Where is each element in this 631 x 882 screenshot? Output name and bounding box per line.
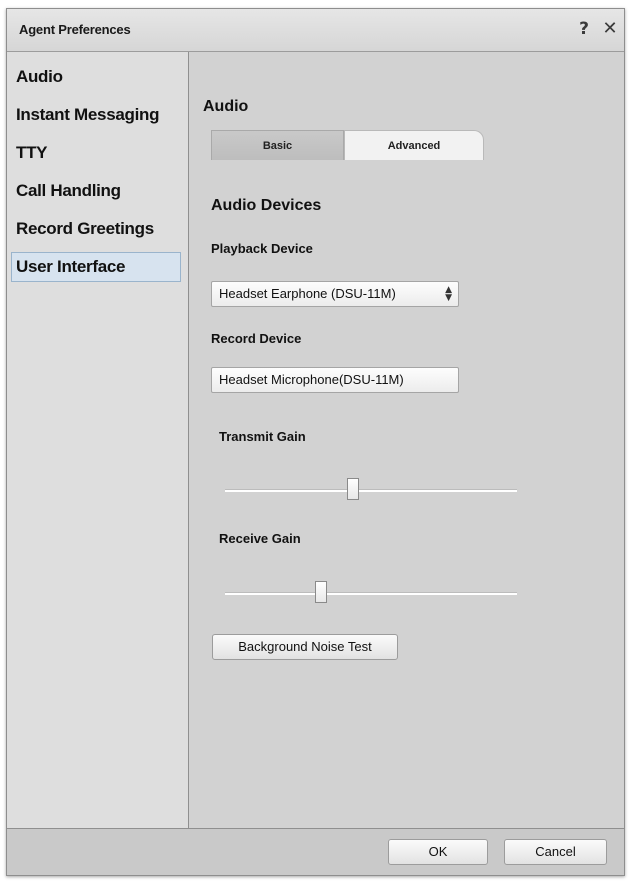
slider-thumb[interactable]	[347, 478, 360, 500]
dialog-footer: OK Cancel	[7, 828, 624, 875]
sidebar-item-user-interface[interactable]: User Interface	[11, 252, 181, 282]
record-device-label: Record Device	[211, 331, 302, 346]
ok-button[interactable]: OK	[388, 839, 488, 865]
sidebar-item-tty[interactable]: TTY	[11, 138, 181, 168]
receive-gain-slider[interactable]	[225, 581, 517, 605]
agent-preferences-dialog: Agent Preferences ? ✕ Audio Instant Mess…	[6, 8, 625, 876]
record-device-select[interactable]: Headset Microphone(DSU-11M)	[211, 367, 459, 393]
sidebar-item-audio[interactable]: Audio	[11, 62, 181, 92]
receive-gain-label: Receive Gain	[219, 531, 301, 546]
cancel-button[interactable]: Cancel	[504, 839, 607, 865]
sidebar-item-instant-messaging[interactable]: Instant Messaging	[11, 100, 181, 130]
background-noise-test-button[interactable]: Background Noise Test	[212, 634, 398, 660]
updown-arrows-icon: ▲ ▼	[445, 285, 452, 303]
slider-track	[225, 592, 517, 595]
help-icon[interactable]: ?	[573, 18, 595, 40]
audio-devices-heading: Audio Devices	[211, 197, 322, 214]
playback-device-value: Headset Earphone (DSU-11M)	[219, 286, 396, 301]
sidebar-item-record-greetings[interactable]: Record Greetings	[11, 214, 181, 244]
audio-settings-panel: Audio Basic Advanced Audio Devices Playb…	[189, 52, 624, 828]
slider-thumb[interactable]	[315, 581, 328, 603]
title-bar: Agent Preferences ? ✕	[7, 9, 624, 52]
transmit-gain-label: Transmit Gain	[219, 429, 306, 444]
slider-track	[225, 489, 517, 492]
playback-device-label: Playback Device	[211, 241, 313, 256]
record-device-value: Headset Microphone(DSU-11M)	[219, 372, 404, 387]
sidebar-item-call-handling[interactable]: Call Handling	[11, 176, 181, 206]
tab-advanced[interactable]: Advanced	[344, 130, 484, 160]
close-icon[interactable]: ✕	[599, 18, 621, 40]
section-title: Audio	[203, 98, 249, 115]
playback-device-select[interactable]: Headset Earphone (DSU-11M) ▲ ▼	[211, 281, 459, 307]
preferences-sidebar: Audio Instant Messaging TTY Call Handlin…	[7, 52, 189, 828]
transmit-gain-slider[interactable]	[225, 478, 517, 502]
tab-basic[interactable]: Basic	[211, 130, 344, 160]
dialog-title: Agent Preferences	[19, 22, 131, 37]
